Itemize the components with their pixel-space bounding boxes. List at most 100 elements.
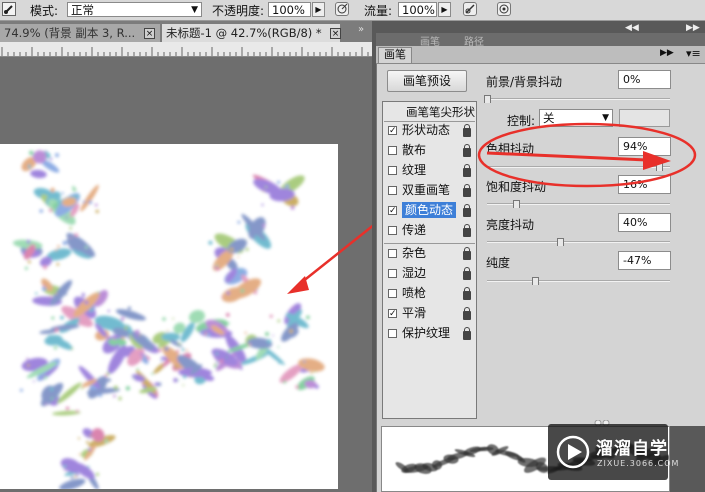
list-item-label: 传递 xyxy=(402,223,427,237)
checkbox[interactable] xyxy=(388,289,397,298)
panel-group-strip: 画笔 路径 xyxy=(376,33,705,48)
ruler-ticks xyxy=(1,47,369,56)
checkbox[interactable] xyxy=(388,226,397,235)
purity-slider[interactable] xyxy=(532,277,540,285)
list-header-tip-shape[interactable]: 画笔笔尖形状 xyxy=(385,104,475,121)
opacity-arrow-button[interactable]: ▶ xyxy=(312,2,325,17)
chevron-down-icon: ▼ xyxy=(191,5,198,15)
list-item[interactable]: 杂色 xyxy=(388,244,474,263)
lock-icon[interactable] xyxy=(463,327,471,340)
checkbox[interactable] xyxy=(388,146,397,155)
document-tab-2-title: 未标题-1 @ 42.7%(RGB/8) * xyxy=(166,26,322,40)
panel-collapse-icon[interactable]: ▶▶ xyxy=(660,48,674,58)
purity-input[interactable]: -47% xyxy=(618,251,671,270)
list-item-label: 保护纹理 xyxy=(402,326,451,340)
lock-icon[interactable] xyxy=(463,307,471,320)
fg-bg-jitter-input[interactable]: 0% xyxy=(618,70,671,89)
tip-shape-label: 画笔笔尖形状 xyxy=(406,105,475,119)
brightness-jitter-track xyxy=(487,241,670,243)
brush-presets-button[interactable]: 画笔预设 xyxy=(387,70,467,92)
fg-bg-jitter-track xyxy=(487,98,670,100)
list-item-label: 喷枪 xyxy=(402,286,427,300)
panel-menu-icon[interactable]: ▾≡ xyxy=(686,47,701,60)
purity-track xyxy=(487,280,670,282)
checkbox[interactable] xyxy=(388,269,397,278)
close-icon[interactable]: × xyxy=(330,28,341,39)
options-bar: 模式: 正常 ▼ 不透明度: 100% ▶ 流量: 100% ▶ xyxy=(0,0,705,21)
panel-tab-brush[interactable]: 画笔 xyxy=(378,47,412,63)
purity-label: 纯度 xyxy=(486,256,511,270)
watermark-brand: 溜溜自学 xyxy=(596,439,668,459)
flow-value: 100% xyxy=(402,3,435,17)
document-tab-1-title: 74.9% (背景 副本 3, R... xyxy=(4,26,136,40)
list-item[interactable]: 散布 xyxy=(388,141,474,160)
opacity-value: 100% xyxy=(272,3,305,17)
brush-strokes-artwork xyxy=(12,150,325,489)
opacity-label: 不透明度: xyxy=(212,4,265,18)
fg-bg-jitter-slider[interactable] xyxy=(484,95,491,103)
lock-icon[interactable] xyxy=(463,144,471,157)
document-tab-1[interactable]: 74.9% (背景 副本 3, R... xyxy=(0,24,160,42)
checkbox[interactable] xyxy=(388,186,397,195)
brightness-jitter-input[interactable]: 40% xyxy=(618,213,671,232)
purity-value: -47% xyxy=(623,254,652,267)
brightness-jitter-value: 40% xyxy=(623,216,648,229)
lock-icon[interactable] xyxy=(463,184,471,197)
lock-icon[interactable] xyxy=(463,287,471,300)
checkbox-checked[interactable]: ✓ xyxy=(388,126,397,136)
checkbox[interactable] xyxy=(388,329,397,338)
brush-tool-icon[interactable] xyxy=(2,2,16,16)
checkbox-checked[interactable]: ✓ xyxy=(388,309,397,319)
close-icon[interactable]: × xyxy=(144,28,155,39)
watermark: 溜溜自学 ZIXUE.3066.COM xyxy=(548,424,678,480)
lock-icon[interactable] xyxy=(463,267,471,280)
list-item[interactable]: ✓ 颜色动态 xyxy=(388,201,474,220)
play-logo-icon xyxy=(556,435,590,469)
list-item[interactable]: 湿边 xyxy=(388,264,474,283)
saturation-jitter-slider[interactable] xyxy=(513,200,521,208)
pressure-opacity-icon[interactable] xyxy=(335,2,349,16)
opacity-input[interactable]: 100% xyxy=(268,2,311,17)
panel-resize-grip[interactable] xyxy=(594,416,612,427)
fg-bg-jitter-value: 0% xyxy=(623,73,641,86)
airbrush-icon[interactable] xyxy=(463,2,477,16)
list-item[interactable]: 双重画笔 xyxy=(388,181,474,200)
brush-presets-button-label: 画笔预设 xyxy=(402,74,451,88)
list-item-label: 杂色 xyxy=(402,246,427,260)
panel-tab-brush-label: 画笔 xyxy=(384,48,406,61)
flow-label: 流量: xyxy=(364,4,393,18)
fg-bg-jitter-label: 前景/背景抖动 xyxy=(486,75,563,89)
list-item[interactable]: ✓ 形状动态 xyxy=(388,121,474,140)
flow-input[interactable]: 100% xyxy=(398,2,437,17)
lock-icon[interactable] xyxy=(463,124,471,137)
lock-icon[interactable] xyxy=(463,224,471,237)
mode-select[interactable]: 正常 ▼ xyxy=(67,2,202,17)
dock-expand-icon[interactable]: ▶▶ xyxy=(686,23,700,33)
list-item-label: 纹理 xyxy=(402,163,427,177)
lock-icon[interactable] xyxy=(463,164,471,177)
list-item-label: 双重画笔 xyxy=(402,183,451,197)
lock-icon[interactable] xyxy=(463,247,471,260)
lock-icon[interactable] xyxy=(463,204,471,217)
checkbox-checked[interactable]: ✓ xyxy=(388,206,397,216)
list-item[interactable]: 保护纹理 xyxy=(388,324,474,343)
flow-arrow-button[interactable]: ▶ xyxy=(438,2,451,17)
brightness-jitter-label: 亮度抖动 xyxy=(486,218,535,232)
tab-overflow-icon[interactable]: » xyxy=(358,24,370,40)
list-item[interactable]: 纹理 xyxy=(388,161,474,180)
horizontal-ruler xyxy=(0,42,372,57)
document-canvas[interactable] xyxy=(0,144,338,489)
list-item[interactable]: ✓ 平滑 xyxy=(388,304,474,323)
list-item-label: 湿边 xyxy=(402,266,427,280)
annotation-highlight-ellipse xyxy=(477,122,697,188)
mode-value: 正常 xyxy=(71,3,94,17)
brightness-jitter-slider[interactable] xyxy=(557,238,565,246)
list-item[interactable]: 喷枪 xyxy=(388,284,474,303)
checkbox[interactable] xyxy=(388,166,397,175)
checkbox[interactable] xyxy=(388,249,397,258)
list-item[interactable]: 传递 xyxy=(388,221,474,240)
dock-collapse-icon[interactable]: ◀◀ xyxy=(625,23,639,33)
document-tab-2[interactable]: 未标题-1 @ 42.7%(RGB/8) * xyxy=(162,24,340,42)
pressure-size-icon[interactable] xyxy=(497,2,511,16)
brush-panel-header: 画笔 ▶▶ ▾≡ xyxy=(376,46,705,64)
